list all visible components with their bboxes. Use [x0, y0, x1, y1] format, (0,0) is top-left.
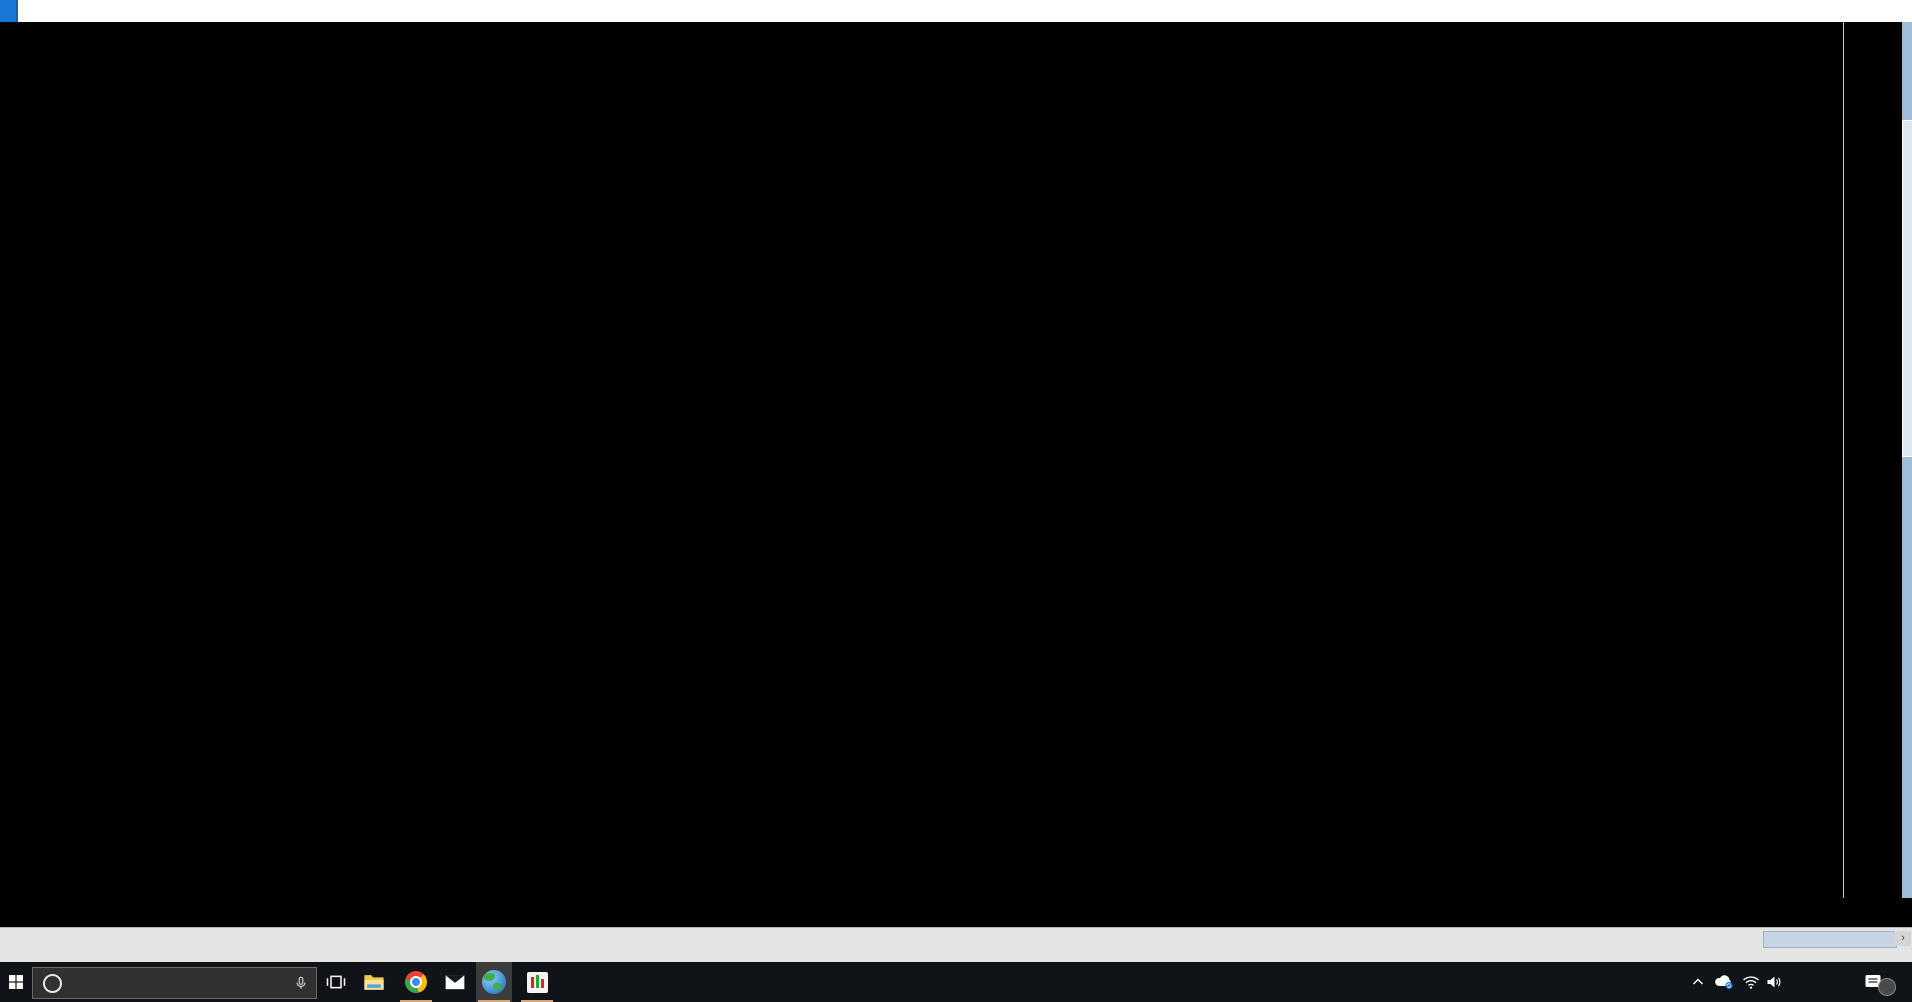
- chart-app-icon: [526, 971, 548, 993]
- vertical-scrollbar-thumb[interactable]: [1902, 120, 1912, 457]
- tray-expand-button[interactable]: [1686, 962, 1710, 1002]
- task-view-icon: [326, 975, 346, 989]
- wifi-icon: [1743, 976, 1759, 989]
- chartbook-tab[interactable]: [0, 0, 18, 22]
- scroll-right-arrow[interactable]: ›: [1895, 931, 1911, 946]
- file-explorer-icon: [364, 975, 384, 990]
- action-center-button[interactable]: [1856, 962, 1900, 1002]
- chrome-icon: [402, 968, 430, 996]
- price-scale[interactable]: [1843, 22, 1903, 925]
- sierra-chart-button[interactable]: [519, 962, 555, 1002]
- horizontal-scrollbar[interactable]: [1763, 931, 1897, 948]
- chevron-up-icon: [1693, 978, 1703, 985]
- vertical-scrollbar[interactable]: [1902, 22, 1912, 925]
- file-explorer-button[interactable]: [356, 962, 392, 1002]
- bidask-volume-label: [2, 527, 10, 541]
- search-input[interactable]: [71, 974, 294, 992]
- active-app-button[interactable]: [476, 962, 512, 1002]
- taskbar-clock[interactable]: [1786, 962, 1848, 1002]
- mail-button[interactable]: [437, 962, 473, 1002]
- volume-tray-button[interactable]: [1762, 962, 1788, 1002]
- wifi-tray-button[interactable]: [1738, 962, 1764, 1002]
- task-view-button[interactable]: [318, 962, 354, 1002]
- windows-logo-icon: [9, 975, 23, 989]
- chrome-button[interactable]: [398, 962, 434, 1002]
- chart-canvas[interactable]: [0, 22, 1843, 898]
- time-axis[interactable]: [0, 898, 1912, 927]
- taskbar-search-box[interactable]: [32, 967, 317, 999]
- microphone-icon[interactable]: [294, 975, 308, 991]
- cloud-sync-icon: [1715, 975, 1733, 990]
- speaker-icon: [1767, 976, 1781, 988]
- macd-pane-label: [2, 761, 50, 775]
- trading-app-screen: ›: [0, 0, 1912, 1002]
- window-title-bar: [0, 0, 1912, 23]
- chart-tab-bar: [0, 927, 1912, 963]
- delta-pane-label: [2, 545, 50, 559]
- windows-taskbar: [0, 962, 1912, 1002]
- globe-icon: [482, 970, 506, 994]
- bidask-volume-digits: [62, 527, 1510, 542]
- onedrive-tray-button[interactable]: [1710, 962, 1738, 1002]
- cortana-icon: [43, 973, 62, 993]
- start-button[interactable]: [0, 962, 32, 1002]
- notification-badge: [1878, 978, 1896, 996]
- mail-icon: [445, 975, 465, 990]
